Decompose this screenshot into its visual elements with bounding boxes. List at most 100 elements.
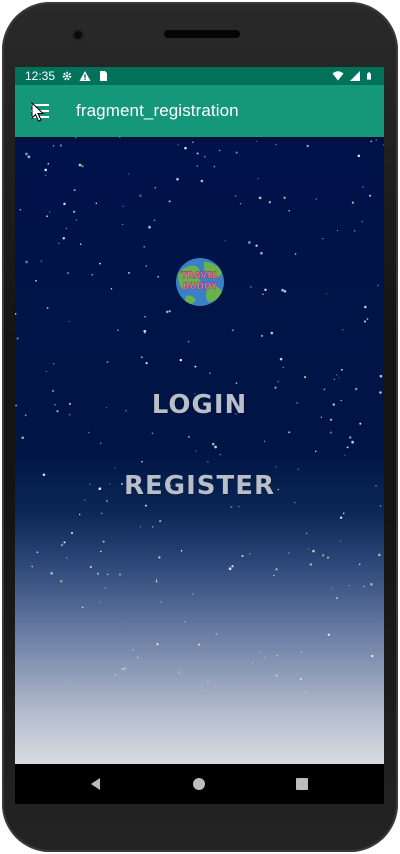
star (303, 375, 307, 379)
system-navigation-bar (15, 764, 384, 804)
star (211, 442, 215, 446)
star (239, 202, 242, 205)
star (59, 579, 63, 583)
star (154, 186, 157, 189)
star (370, 582, 373, 586)
star (102, 540, 105, 543)
star (274, 386, 277, 389)
star (91, 273, 94, 276)
star (344, 454, 346, 456)
gear-icon (62, 71, 72, 81)
star (144, 316, 146, 318)
star (151, 526, 154, 528)
star (179, 358, 183, 362)
back-icon[interactable] (88, 776, 104, 792)
star (194, 365, 197, 368)
star (196, 152, 199, 155)
star (44, 174, 47, 176)
star (224, 240, 226, 242)
star (329, 431, 332, 434)
app-toolbar: fragment_registration (15, 85, 384, 137)
star (187, 435, 191, 439)
star (238, 506, 240, 508)
star (139, 526, 142, 528)
star (258, 196, 262, 200)
mouse-pointer-icon (31, 102, 45, 122)
status-bar-right (332, 67, 374, 85)
star (255, 244, 258, 247)
star (273, 574, 275, 577)
star (348, 436, 352, 439)
star (75, 219, 78, 221)
star (297, 468, 299, 470)
star (322, 237, 324, 240)
star (143, 246, 145, 248)
star (340, 368, 343, 371)
star (371, 654, 374, 658)
star (46, 215, 48, 218)
star (275, 568, 278, 571)
register-button[interactable]: REGISTER (15, 471, 384, 501)
star (68, 681, 70, 683)
star (34, 279, 37, 282)
star (78, 163, 82, 167)
star (248, 241, 251, 244)
star (117, 329, 119, 331)
star (106, 573, 109, 576)
star (275, 143, 277, 146)
wifi-icon (332, 71, 344, 81)
star (136, 656, 139, 659)
star (375, 139, 377, 141)
star (305, 532, 308, 535)
star (143, 329, 147, 333)
star (96, 572, 100, 575)
home-icon[interactable] (191, 776, 207, 792)
star (25, 260, 28, 264)
star (59, 144, 63, 147)
star (260, 251, 263, 255)
star (361, 220, 364, 223)
star (363, 585, 365, 588)
star (52, 145, 55, 147)
star (180, 550, 183, 552)
star (73, 189, 76, 192)
star (259, 651, 261, 653)
star (118, 573, 122, 576)
star (294, 501, 296, 504)
star (325, 292, 328, 294)
star (79, 243, 82, 245)
star (203, 155, 206, 158)
star (363, 320, 367, 323)
registration-fragment: TRAVEL BUDDY LOGIN REGISTER (15, 137, 384, 764)
starfield-background (15, 137, 384, 693)
recents-icon[interactable] (294, 776, 310, 792)
star (144, 504, 147, 507)
star (49, 211, 51, 213)
star (251, 662, 253, 664)
star (124, 667, 127, 670)
login-button[interactable]: LOGIN (15, 390, 384, 420)
star (241, 554, 244, 558)
star (60, 543, 64, 547)
star (340, 540, 342, 542)
star (19, 209, 22, 211)
star (362, 186, 364, 188)
star (46, 307, 49, 309)
star (21, 436, 24, 440)
star (275, 674, 278, 677)
star (358, 563, 361, 566)
star (122, 223, 124, 226)
star (114, 467, 116, 469)
star (281, 288, 284, 292)
star (283, 196, 286, 199)
star (200, 179, 204, 183)
star (250, 286, 252, 288)
star (72, 210, 76, 214)
star (279, 357, 283, 361)
star (197, 643, 201, 646)
star (36, 551, 39, 554)
star (168, 310, 171, 313)
star (283, 289, 287, 293)
star (99, 601, 101, 603)
star (202, 689, 204, 691)
